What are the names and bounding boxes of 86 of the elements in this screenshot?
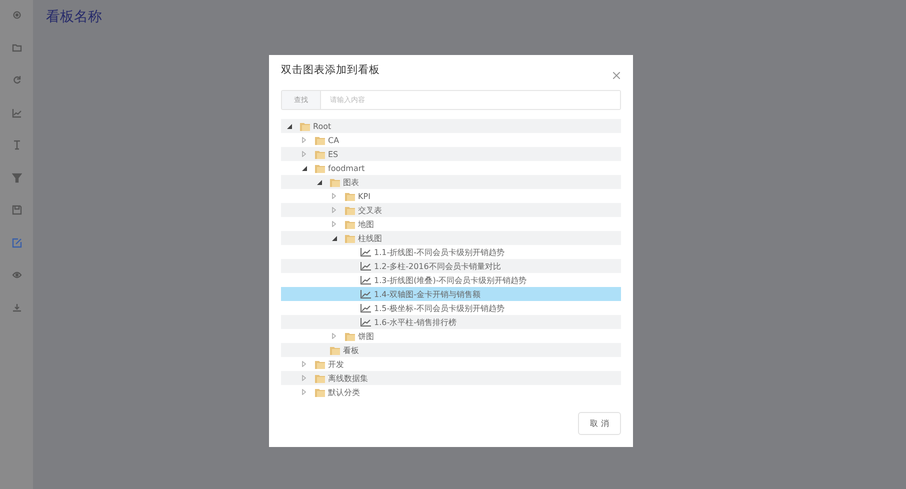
tree-item[interactable]: 1.1-折线图-不同会员卡级别开销趋势 [281, 245, 621, 259]
expanded-caret-icon[interactable] [332, 236, 337, 240]
tree-label: 地图 [358, 218, 374, 230]
page-title: 看板名称 [46, 8, 103, 26]
tree-item[interactable]: 1.4-双轴图-金卡开销与销售额 [281, 287, 621, 301]
folder-icon [315, 359, 325, 369]
line-chart-icon [360, 304, 371, 312]
filter-icon[interactable] [12, 172, 22, 182]
tree-label: 交叉表 [358, 204, 382, 216]
line-chart-icon [360, 248, 371, 256]
tree-item[interactable]: 1.6-水平柱-销售排行榜 [281, 315, 621, 329]
folder-icon [345, 205, 355, 215]
folder-icon [330, 345, 340, 355]
collapsed-caret-icon[interactable] [302, 389, 306, 395]
line-chart-icon [360, 262, 371, 270]
tree-item[interactable]: foodmart [281, 161, 621, 175]
edit-icon[interactable] [12, 238, 22, 248]
expanded-caret-icon[interactable] [317, 180, 322, 184]
dialog-title: 双击图表添加到看板 [281, 62, 380, 76]
folder-icon [315, 149, 325, 159]
tree-item[interactable]: 开发 [281, 357, 621, 371]
tree-label: 看板 [343, 344, 359, 356]
collapsed-caret-icon[interactable] [302, 375, 306, 381]
collapsed-caret-icon[interactable] [302, 361, 306, 367]
tree-item[interactable]: 1.3-折线图(堆叠)-不同会员卡级别开销趋势 [281, 273, 621, 287]
tree-item[interactable]: KPI [281, 189, 621, 203]
tree-item[interactable]: 默认分类 [281, 385, 621, 399]
tree-label: 默认分类 [328, 386, 360, 398]
folder-icon [345, 233, 355, 243]
save-icon[interactable] [12, 205, 22, 215]
folder-icon [345, 219, 355, 229]
line-chart-icon [360, 276, 371, 284]
tree-item[interactable]: 图表 [281, 175, 621, 189]
tree-item[interactable]: 看板 [281, 343, 621, 357]
folder-icon [345, 191, 355, 201]
collapsed-caret-icon[interactable] [302, 137, 306, 143]
tree-label: 1.4-双轴图-金卡开销与销售额 [374, 288, 480, 300]
line-chart-icon[interactable] [12, 108, 22, 118]
refresh-icon[interactable] [12, 75, 22, 85]
tree-label: CA [328, 136, 340, 144]
tree-item[interactable]: 地图 [281, 217, 621, 231]
text-cursor-icon[interactable] [12, 140, 22, 150]
tree-item[interactable]: CA [281, 133, 621, 147]
line-chart-icon [360, 290, 371, 298]
tree-label: 1.1-折线图-不同会员卡级别开销趋势 [374, 246, 504, 258]
folder-icon[interactable] [12, 42, 22, 52]
line-chart-icon [360, 318, 371, 326]
collapsed-caret-icon[interactable] [332, 221, 336, 227]
collapsed-caret-icon[interactable] [332, 193, 336, 199]
collapsed-caret-icon[interactable] [332, 207, 336, 213]
folder-icon [345, 331, 355, 341]
collapsed-caret-icon[interactable] [332, 333, 336, 339]
tree-label: 1.6-水平柱-销售排行榜 [374, 316, 456, 328]
tree-item[interactable]: 1.5-极坐标-不同会员卡级别开销趋势 [281, 301, 621, 315]
tree-label: 离线数据集 [328, 372, 368, 384]
tree-label: KPI [358, 192, 370, 200]
tree-label: ES [328, 150, 338, 158]
expanded-caret-icon[interactable] [302, 166, 307, 170]
tree-label: Root [313, 122, 332, 130]
folder-icon [315, 373, 325, 383]
tree-label: 1.5-极坐标-不同会员卡级别开销趋势 [374, 302, 504, 314]
tree-label: 柱线图 [358, 232, 382, 244]
tree-label: 图表 [343, 176, 359, 188]
tree-label: 开发 [328, 358, 344, 370]
eye-icon[interactable] [12, 270, 22, 280]
expanded-caret-icon[interactable] [287, 124, 292, 128]
tree-item[interactable]: 1.2-多柱-2016不同会员卡销量对比 [281, 259, 621, 273]
tree-label: foodmart [328, 164, 365, 172]
tree-label: 1.3-折线图(堆叠)-不同会员卡级别开销趋势 [374, 274, 527, 286]
tree-label: 1.2-多柱-2016不同会员卡销量对比 [374, 260, 501, 272]
collapsed-caret-icon[interactable] [302, 151, 306, 157]
folder-icon [300, 121, 310, 131]
tree-label: 饼图 [358, 330, 374, 342]
folder-icon [315, 163, 325, 173]
cancel-button[interactable]: 取 消 [578, 412, 621, 435]
download-icon[interactable] [12, 302, 22, 312]
tree-item[interactable]: ES [281, 147, 621, 161]
folder-icon [315, 387, 325, 397]
tree-item[interactable]: 柱线图 [281, 231, 621, 245]
tree-item[interactable]: 交叉表 [281, 203, 621, 217]
folder-icon [330, 177, 340, 187]
tree-item[interactable]: Root [281, 119, 621, 133]
tree-item[interactable]: 离线数据集 [281, 371, 621, 385]
close-icon[interactable] [613, 72, 620, 79]
folder-icon [315, 135, 325, 145]
tree-item[interactable]: 饼图 [281, 329, 621, 343]
